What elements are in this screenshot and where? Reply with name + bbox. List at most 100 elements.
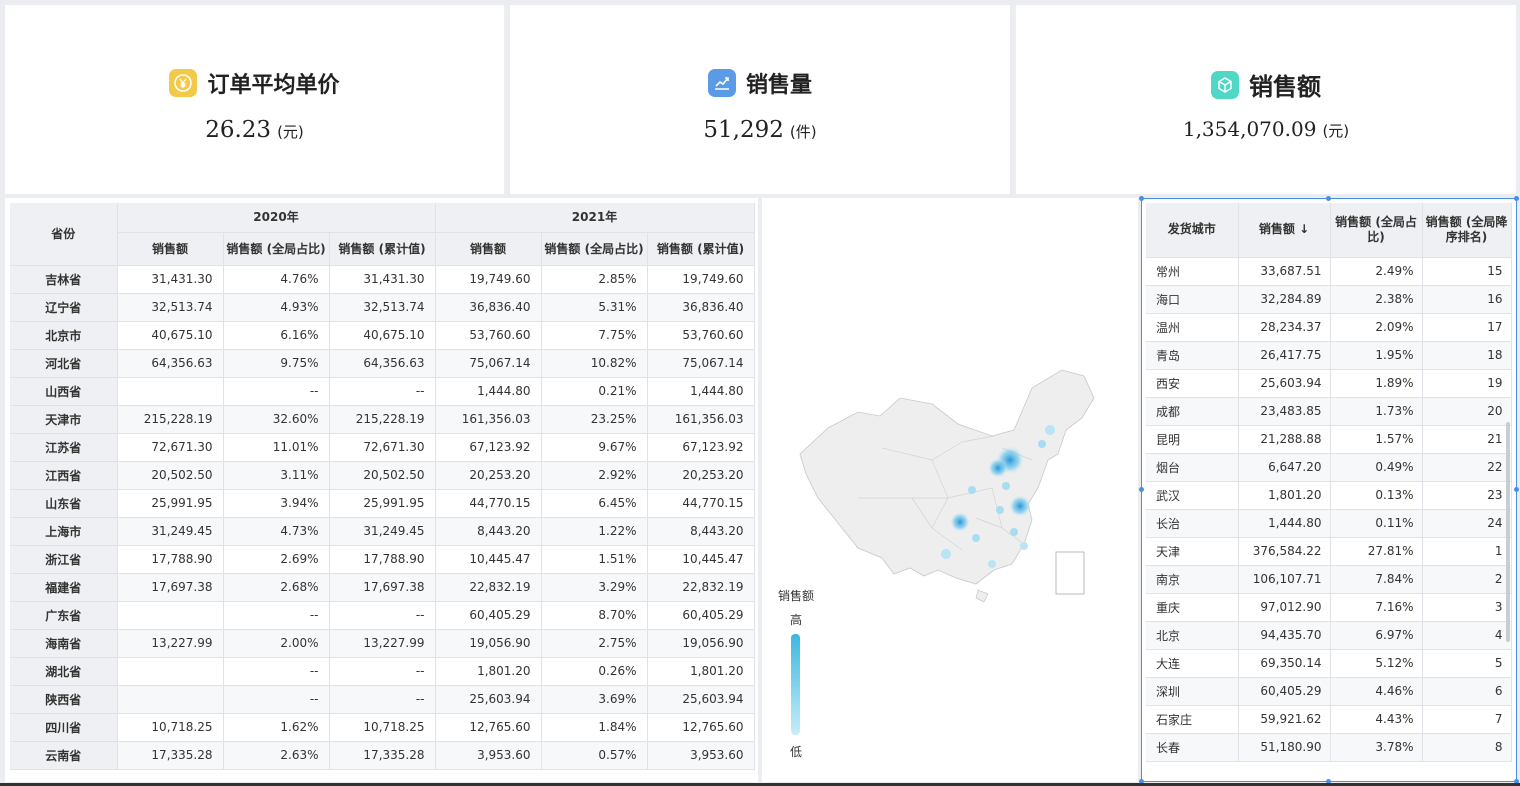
table-row[interactable]: 武汉 1,801.20 0.13% 23: [1146, 481, 1512, 510]
table-row[interactable]: 江西省 20,502.50 3.11% 20,502.50 20,253.20 2.92%…: [10, 461, 755, 490]
table-row[interactable]: 长春 51,180.90 3.78% 8: [1146, 733, 1512, 762]
city-table-scrollbar[interactable]: [1506, 422, 1510, 642]
table-row[interactable]: 常州 33,687.51 2.49% 15: [1146, 257, 1512, 286]
table-row[interactable]: 陕西省 -- -- 25,603.94 3.69% 25,603.94: [10, 685, 755, 714]
header-share[interactable]: 销售额 (全局占比): [541, 232, 648, 266]
map-point: [996, 506, 1004, 514]
table-row[interactable]: 上海市 31,249.45 4.73% 31,249.45 8,443.20 1.22% 8…: [10, 517, 755, 546]
table-row[interactable]: 山西省 -- -- 1,444.80 0.21% 1,444.80: [10, 377, 755, 406]
value-cell: 32,513.74: [117, 293, 224, 322]
value-cell: 28,234.37: [1238, 313, 1331, 342]
trend-chart-icon: [707, 69, 736, 97]
table-row[interactable]: 温州 28,234.37 2.09% 17: [1146, 313, 1512, 342]
kpi-value: 1,354,070.09: [1182, 117, 1317, 141]
resize-handle[interactable]: [1139, 196, 1144, 201]
resize-handle[interactable]: [1514, 487, 1519, 492]
city-cell: 深圳: [1146, 677, 1239, 706]
resize-handle[interactable]: [1326, 196, 1331, 201]
value-cell: 7.16%: [1330, 593, 1423, 622]
value-cell: 69,350.14: [1238, 649, 1331, 678]
table-row[interactable]: 青岛 26,417.75 1.95% 18: [1146, 341, 1512, 370]
table-row[interactable]: 海南省 13,227.99 2.00% 13,227.99 19,056.90 2.75%…: [10, 629, 755, 658]
table-row[interactable]: 烟台 6,647.20 0.49% 22: [1146, 453, 1512, 482]
header-rank[interactable]: 销售额 (全局降序排名): [1422, 203, 1512, 258]
province-cell: 海南省: [10, 629, 118, 658]
kpi-title: 销售量: [745, 73, 812, 98]
value-cell: 3.78%: [1330, 733, 1423, 762]
table-row[interactable]: 天津市 215,228.19 32.60% 215,228.19 161,356.03 2…: [10, 405, 755, 434]
legend-color-bar[interactable]: [791, 634, 800, 735]
header-cumulative[interactable]: 销售额 (累计值): [647, 232, 755, 266]
header-sales-sorted[interactable]: 销售额 ↓: [1238, 203, 1331, 258]
header-province[interactable]: 省份: [10, 203, 118, 266]
resize-handle[interactable]: [1139, 487, 1144, 492]
table-row[interactable]: 海口 32,284.89 2.38% 16: [1146, 285, 1512, 314]
header-share[interactable]: 销售额 (全局占比): [223, 232, 330, 266]
china-sales-map: [799, 369, 1095, 603]
table-row[interactable]: 长治 1,444.80 0.11% 24: [1146, 509, 1512, 538]
province-cell: 江苏省: [10, 433, 118, 462]
city-cell: 昆明: [1146, 425, 1239, 454]
header-sales[interactable]: 销售额: [435, 232, 542, 266]
table-row[interactable]: 深圳 60,405.29 4.46% 6: [1146, 677, 1512, 706]
map-point: [1002, 482, 1010, 490]
resize-handle[interactable]: [1514, 196, 1519, 201]
table-row[interactable]: 成都 23,483.85 1.73% 20: [1146, 397, 1512, 426]
value-cell: 19,749.60: [647, 265, 755, 294]
value-cell: 4: [1422, 621, 1512, 650]
value-cell: 67,123.92: [435, 433, 542, 462]
value-cell: 4.73%: [223, 517, 330, 546]
value-cell: 36,836.40: [647, 293, 755, 322]
header-city[interactable]: 发货城市: [1146, 203, 1239, 258]
value-cell: 25,603.94: [1238, 369, 1331, 398]
legend-title: 销售额: [778, 589, 815, 603]
province-cell: 北京市: [10, 321, 118, 350]
table-row[interactable]: 河北省 64,356.63 9.75% 64,356.63 75,067.14 10.82…: [10, 349, 755, 378]
value-cell: 60,405.29: [435, 601, 542, 630]
header-cumulative[interactable]: 销售额 (累计值): [329, 232, 436, 266]
table-row[interactable]: 北京市 40,675.10 6.16% 40,675.10 53,760.60 7.75%…: [10, 321, 755, 350]
table-row[interactable]: 浙江省 17,788.90 2.69% 17,788.90 10,445.47 1.51%…: [10, 545, 755, 574]
table-row[interactable]: 石家庄 59,921.62 4.43% 7: [1146, 705, 1512, 734]
value-cell: 8,443.20: [435, 517, 542, 546]
value-cell: 2.75%: [541, 629, 648, 658]
table-row[interactable]: 云南省 17,335.28 2.63% 17,335.28 3,953.60 0.57% 3…: [10, 741, 755, 770]
header-year-2021: 2021年: [435, 203, 755, 233]
value-cell: 24: [1422, 509, 1512, 538]
sort-desc-icon[interactable]: ↓: [1299, 222, 1309, 236]
table-row[interactable]: 四川省 10,718.25 1.62% 10,718.25 12,765.60 1.84%…: [10, 713, 755, 742]
table-row[interactable]: 西安 25,603.94 1.89% 19: [1146, 369, 1512, 398]
table-row[interactable]: 南京 106,107.71 7.84% 2: [1146, 565, 1512, 594]
table-row[interactable]: 吉林省 31,431.30 4.76% 31,431.30 19,749.60 2.85%…: [10, 265, 755, 294]
value-cell: 10,445.47: [435, 545, 542, 574]
value-cell: 19: [1422, 369, 1512, 398]
table-row[interactable]: 福建省 17,697.38 2.68% 17,697.38 22,832.19 3.29%…: [10, 573, 755, 602]
value-cell: --: [223, 657, 330, 686]
value-cell: 1.95%: [1330, 341, 1423, 370]
value-cell: 6: [1422, 677, 1512, 706]
value-cell: 2.85%: [541, 265, 648, 294]
value-cell: 20,253.20: [435, 461, 542, 490]
city-cell: 温州: [1146, 313, 1239, 342]
value-cell: 3.94%: [223, 489, 330, 518]
value-cell: 6,647.20: [1238, 453, 1331, 482]
header-share[interactable]: 销售额 (全局占比): [1330, 203, 1423, 258]
table-row[interactable]: 重庆 97,012.90 7.16% 3: [1146, 593, 1512, 622]
table-row[interactable]: 辽宁省 32,513.74 4.93% 32,513.74 36,836.40 5.31%…: [10, 293, 755, 322]
map-point: [972, 534, 980, 542]
table-row[interactable]: 北京 94,435.70 6.97% 4: [1146, 621, 1512, 650]
table-row[interactable]: 天津 376,584.22 27.81% 1: [1146, 537, 1512, 566]
value-cell: 23,483.85: [1238, 397, 1331, 426]
table-row[interactable]: 广东省 -- -- 60,405.29 8.70% 60,405.29: [10, 601, 755, 630]
table-row[interactable]: 大连 69,350.14 5.12% 5: [1146, 649, 1512, 678]
map-point: [1038, 440, 1046, 448]
value-cell: 27.81%: [1330, 537, 1423, 566]
header-sales[interactable]: 销售额: [117, 232, 224, 266]
table-row[interactable]: 江苏省 72,671.30 11.01% 72,671.30 67,123.92 9.67…: [10, 433, 755, 462]
table-row[interactable]: 山东省 25,991.95 3.94% 25,991.95 44,770.15 6.45%…: [10, 489, 755, 518]
value-cell: 21,288.88: [1238, 425, 1331, 454]
table-row[interactable]: 昆明 21,288.88 1.57% 21: [1146, 425, 1512, 454]
value-cell: 97,012.90: [1238, 593, 1331, 622]
table-row[interactable]: 湖北省 -- -- 1,801.20 0.26% 1,801.20: [10, 657, 755, 686]
value-cell: 23.25%: [541, 405, 648, 434]
